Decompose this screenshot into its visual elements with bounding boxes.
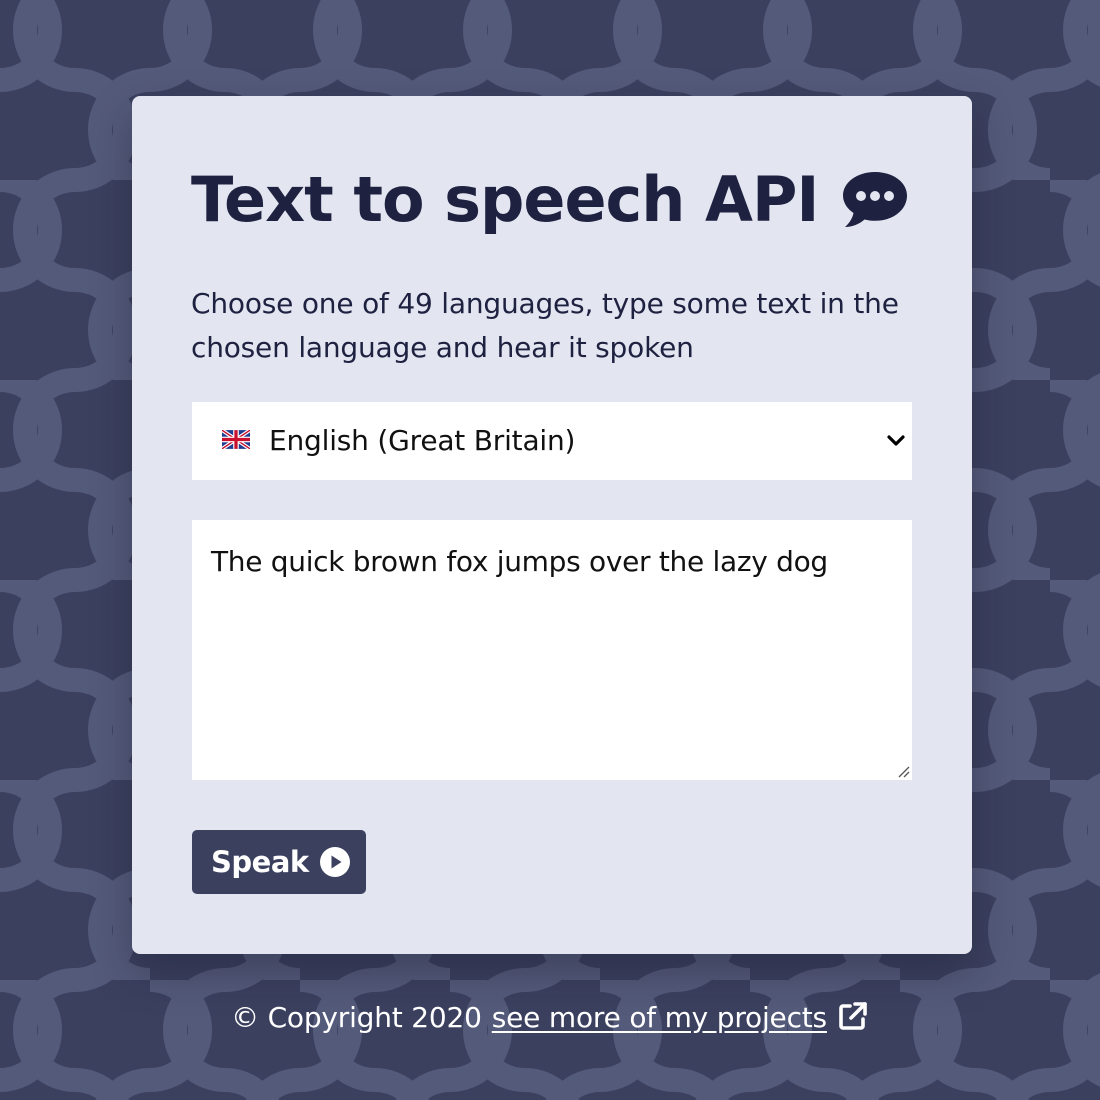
page-footer: © Copyright 2020 see more of my projects: [0, 994, 1100, 1040]
speak-button[interactable]: Speak: [192, 830, 366, 894]
text-input[interactable]: The quick brown fox jumps over the lazy …: [192, 520, 912, 780]
chevron-down-icon: [887, 435, 905, 446]
external-link-icon[interactable]: [837, 1000, 869, 1032]
resize-handle-icon[interactable]: [896, 764, 910, 778]
intro-description: Choose one of 49 languages, type some te…: [191, 287, 899, 364]
page-title: Text to speech API: [191, 160, 909, 240]
copyright-text: © Copyright 2020: [231, 1000, 482, 1034]
tts-card: Text to speech API Choose one of 49 lang…: [132, 96, 972, 954]
play-circle-icon: [319, 847, 350, 877]
text-input-value: The quick brown fox jumps over the lazy …: [211, 545, 828, 578]
projects-link[interactable]: see more of my projects: [492, 1001, 827, 1034]
page-title-text: Text to speech API: [191, 163, 819, 236]
speech-bubble-icon: [842, 172, 907, 227]
speak-button-label: Speak: [211, 845, 309, 879]
language-select-value: English (Great Britain): [269, 424, 576, 457]
uk-flag-icon: [222, 430, 250, 449]
language-select[interactable]: English (Great Britain): [192, 402, 912, 480]
